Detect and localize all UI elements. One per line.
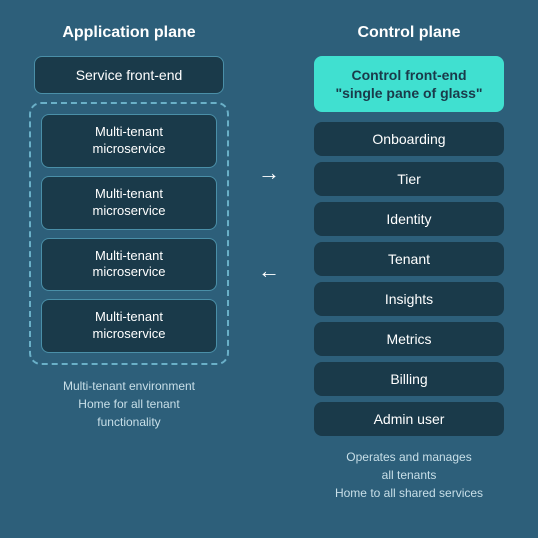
service-admin-user: Admin user [314,402,504,436]
control-plane: Control plane Control front-end "single … [300,24,518,502]
arrows-column: → ← [254,24,284,282]
app-plane-title: Application plane [62,24,195,42]
control-services-list: Onboarding Tier Identity Tenant Insights… [314,122,504,436]
control-frontend-box: Control front-end "single pane of glass" [314,56,504,112]
app-footnote-line2: Home for all tenant [78,397,179,411]
service-metrics: Metrics [314,322,504,356]
app-footnote-line1: Multi-tenant environment [63,379,195,393]
app-plane-footnote: Multi-tenant environment Home for all te… [63,377,195,431]
left-arrow-icon: ← [258,260,280,282]
application-plane: Application plane Service front-end Mult… [20,24,238,431]
columns-layout: Application plane Service front-end Mult… [20,24,518,522]
control-frontend-line1: Control front-end [351,67,466,83]
control-footnote-line3: Home to all shared services [335,486,483,500]
service-billing: Billing [314,362,504,396]
app-footnote-line3: functionality [97,415,160,429]
service-insights: Insights [314,282,504,316]
microservice-1: Multi-tenantmicroservice [41,114,217,168]
service-identity: Identity [314,202,504,236]
microservices-container: Multi-tenantmicroservice Multi-tenantmic… [29,102,229,365]
right-arrow-icon: → [258,162,280,184]
main-container: Application plane Service front-end Mult… [0,0,538,538]
microservice-3: Multi-tenantmicroservice [41,238,217,292]
microservice-2: Multi-tenantmicroservice [41,176,217,230]
microservice-4: Multi-tenantmicroservice [41,299,217,353]
control-frontend-line2: "single pane of glass" [335,85,482,101]
control-footnote-line1: Operates and manages [346,450,471,464]
service-tenant: Tenant [314,242,504,276]
control-plane-footnote: Operates and manages all tenants Home to… [335,448,483,502]
service-frontend-box: Service front-end [34,56,224,94]
service-tier: Tier [314,162,504,196]
control-footnote-line2: all tenants [382,468,437,482]
control-plane-title: Control plane [357,24,460,42]
service-onboarding: Onboarding [314,122,504,156]
